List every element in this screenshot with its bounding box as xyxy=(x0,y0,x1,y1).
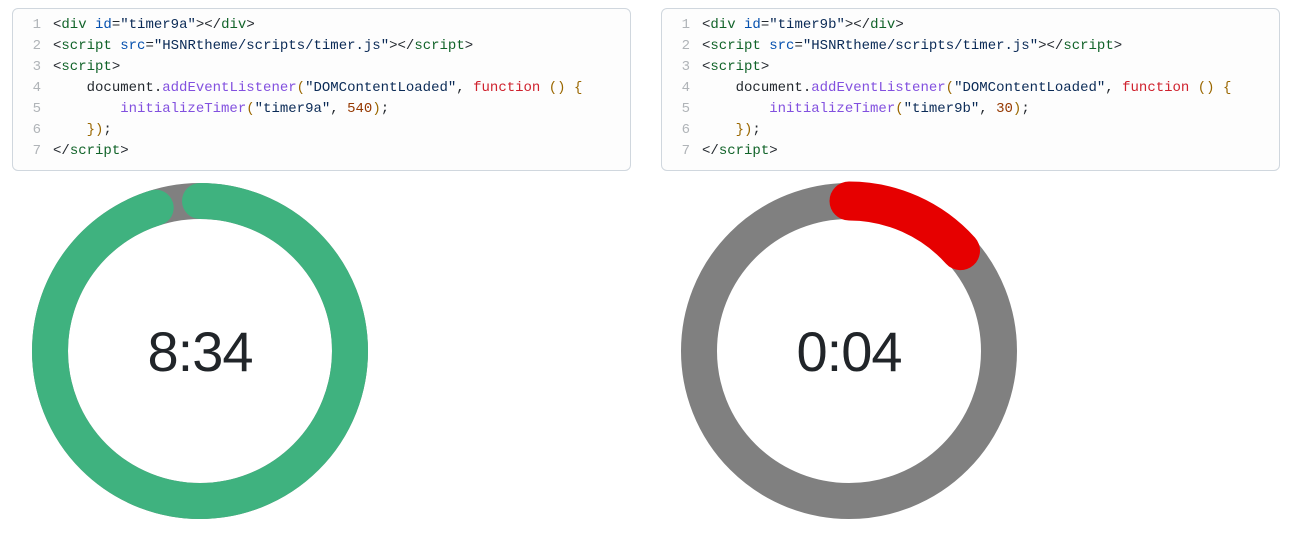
line-number: 6 xyxy=(13,120,53,141)
timer-display-right: 0:04 xyxy=(669,171,1029,531)
line-number: 4 xyxy=(13,78,53,99)
code-line-5: initializeTimer("timer9b", 30); xyxy=(702,99,1279,120)
two-column-layout: 1<div id="timer9a"></div> 2<script src="… xyxy=(12,8,1280,531)
line-number: 5 xyxy=(13,99,53,120)
code-block-right[interactable]: 1<div id="timer9b"></div> 2<script src="… xyxy=(661,8,1280,171)
code-line-4: document.addEventListener("DOMContentLoa… xyxy=(53,78,630,99)
code-line-5: initializeTimer("timer9a", 540); xyxy=(53,99,630,120)
code-block-left[interactable]: 1<div id="timer9a"></div> 2<script src="… xyxy=(12,8,631,171)
code-line-7: </script> xyxy=(702,141,1279,162)
line-number: 7 xyxy=(13,141,53,162)
code-line-7: </script> xyxy=(53,141,630,162)
code-line-4: document.addEventListener("DOMContentLoa… xyxy=(702,78,1279,99)
line-number: 2 xyxy=(662,36,702,57)
line-number: 5 xyxy=(662,99,702,120)
code-line-6: }); xyxy=(702,120,1279,141)
left-column: 1<div id="timer9a"></div> 2<script src="… xyxy=(12,8,631,531)
line-number: 6 xyxy=(662,120,702,141)
line-number: 2 xyxy=(13,36,53,57)
code-line-2: <script src="HSNRtheme/scripts/timer.js"… xyxy=(702,36,1279,57)
line-number: 3 xyxy=(662,57,702,78)
timer-display-left: 8:34 xyxy=(20,171,380,531)
code-line-6: }); xyxy=(53,120,630,141)
line-number: 7 xyxy=(662,141,702,162)
code-line-1: <div id="timer9a"></div> xyxy=(53,15,630,36)
right-column: 1<div id="timer9b"></div> 2<script src="… xyxy=(661,8,1280,531)
timer-ring-left[interactable]: 8:34 xyxy=(20,171,380,531)
line-number: 1 xyxy=(13,15,53,36)
timer-ring-right[interactable]: 0:04 xyxy=(669,171,1029,531)
code-line-3: <script> xyxy=(702,57,1279,78)
line-number: 3 xyxy=(13,57,53,78)
code-line-2: <script src="HSNRtheme/scripts/timer.js"… xyxy=(53,36,630,57)
code-line-1: <div id="timer9b"></div> xyxy=(702,15,1279,36)
line-number: 1 xyxy=(662,15,702,36)
code-line-3: <script> xyxy=(53,57,630,78)
line-number: 4 xyxy=(662,78,702,99)
